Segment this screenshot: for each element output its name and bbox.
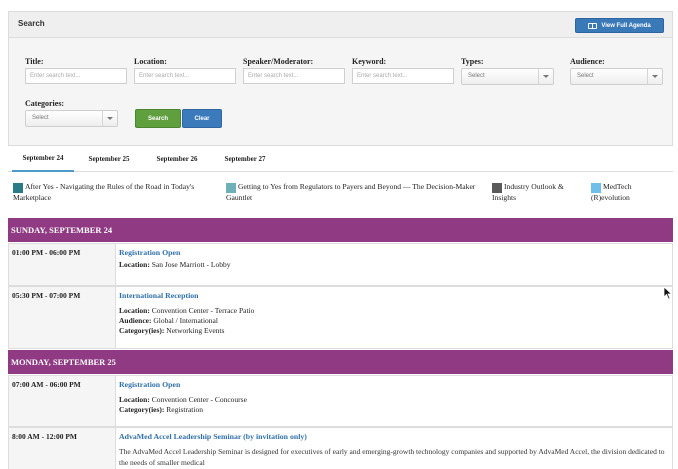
- category-value: Networking Events: [166, 326, 225, 335]
- legend-label: Getting to Yes from Regulators to Payers…: [226, 182, 476, 202]
- legend-swatch: [13, 183, 23, 193]
- tab-september-27[interactable]: September 27: [214, 146, 276, 172]
- audience-value: Global / International: [153, 316, 218, 325]
- legend-swatch: [591, 183, 601, 193]
- types-field: Types: Select: [461, 57, 554, 85]
- category-label: Category(ies):: [119, 405, 165, 414]
- category-label: Category(ies):: [119, 326, 165, 335]
- event-time: 8:00 AM - 12:00 PM: [9, 428, 116, 469]
- keyword-input[interactable]: Enter search text...: [352, 68, 454, 84]
- mouse-cursor-icon: [663, 286, 673, 300]
- title-field: Title: Enter search text...: [25, 57, 127, 84]
- types-select[interactable]: Select: [461, 68, 554, 85]
- audience-label: Audience:: [570, 57, 605, 66]
- location-label: Location:: [119, 395, 150, 404]
- location-value: Convention Center - Terrace Patio: [151, 306, 255, 315]
- event-details: Registration Open Location: San Jose Mar…: [119, 244, 669, 270]
- event-time: 07:00 AM - 06:00 PM: [9, 376, 116, 426]
- event-location: Location: Convention Center - Terrace Pa…: [119, 306, 669, 316]
- legend-label: MedTech (R)evolution: [591, 182, 632, 202]
- types-select-value: Select: [468, 73, 485, 79]
- tab-september-24[interactable]: September 24: [12, 146, 74, 172]
- date-tabs: September 24 September 25 September 26 S…: [8, 146, 673, 172]
- event-location: Location: Convention Center - Concourse: [119, 395, 669, 405]
- speaker-label: Speaker/Moderator:: [243, 57, 314, 66]
- category-value: Registration: [166, 405, 203, 414]
- event-category: Category(ies): Networking Events: [119, 326, 669, 336]
- audience-select[interactable]: Select: [570, 68, 663, 85]
- keyword-field: Keyword: Enter search text...: [352, 57, 454, 84]
- categories-field: Categories: Select: [25, 99, 118, 127]
- legend-label: Industry Outlook & Insights: [492, 182, 564, 202]
- event-row: 07:00 AM - 06:00 PM Registration Open Lo…: [8, 375, 673, 427]
- event-location: Location: San Jose Marriott - Lobby: [119, 260, 669, 270]
- search-panel: Search View Full Agenda Title: Enter sea…: [8, 11, 673, 146]
- legend-swatch: [226, 183, 236, 193]
- audience-select-value: Select: [577, 73, 594, 79]
- event-row: 8:00 AM - 12:00 PM AdvaMed Accel Leaders…: [8, 427, 673, 469]
- clear-button[interactable]: Clear: [182, 109, 222, 128]
- location-label: Location:: [134, 57, 167, 66]
- title-label: Title:: [25, 57, 44, 66]
- chevron-down-icon: [102, 111, 117, 126]
- event-title-link[interactable]: AdvaMed Accel Leadership Seminar (by inv…: [119, 432, 669, 444]
- track-legend: After Yes - Navigating the Rules of the …: [8, 172, 673, 218]
- location-label: Location:: [119, 306, 150, 315]
- event-time: 01:00 PM - 06:00 PM: [9, 244, 116, 285]
- day-header-sunday: SUNDAY, SEPTEMBER 24: [8, 218, 673, 242]
- legend-item-getting-to-yes[interactable]: Getting to Yes from Regulators to Payers…: [226, 181, 484, 203]
- keyword-label: Keyword:: [352, 57, 387, 66]
- audience-field: Audience: Select: [570, 57, 663, 85]
- event-title-link[interactable]: Registration Open: [119, 248, 669, 260]
- location-label: Location:: [119, 260, 150, 269]
- tab-september-25[interactable]: September 25: [78, 146, 140, 172]
- search-title: Search: [18, 19, 45, 28]
- categories-label: Categories:: [25, 99, 65, 108]
- legend-swatch: [492, 183, 502, 193]
- location-value: San Jose Marriott - Lobby: [151, 260, 231, 269]
- title-input[interactable]: Enter search text...: [25, 68, 127, 84]
- categories-select-value: Select: [32, 115, 49, 121]
- speaker-field: Speaker/Moderator: Enter search text...: [243, 57, 345, 84]
- book-icon: [588, 22, 598, 29]
- search-header: Search View Full Agenda: [9, 12, 672, 38]
- event-description: The AdvaMed Accel Leadership Seminar is …: [119, 447, 665, 467]
- event-row: 01:00 PM - 06:00 PM Registration Open Lo…: [8, 243, 673, 286]
- legend-item-industry-outlook[interactable]: Industry Outlook & Insights: [492, 181, 584, 203]
- agenda-page: Search View Full Agenda Title: Enter sea…: [0, 0, 678, 469]
- event-time: 05:30 PM - 07:00 PM: [9, 287, 116, 348]
- chevron-down-icon: [538, 69, 553, 84]
- day-header-monday: MONDAY, SEPTEMBER 25: [8, 350, 673, 374]
- event-details: Registration Open Location: Convention C…: [119, 376, 669, 415]
- categories-select[interactable]: Select: [25, 110, 118, 127]
- event-title-link[interactable]: International Reception: [119, 291, 669, 303]
- event-details: International Reception Location: Conven…: [119, 287, 669, 336]
- legend-item-medtech[interactable]: MedTech (R)evolution: [591, 181, 671, 203]
- view-full-agenda-button[interactable]: View Full Agenda: [575, 18, 664, 33]
- search-button[interactable]: Search: [135, 109, 181, 128]
- event-row: 05:30 PM - 07:00 PM International Recept…: [8, 286, 673, 349]
- view-full-agenda-label: View Full Agenda: [601, 22, 651, 29]
- event-category: Category(ies): Registration: [119, 405, 669, 415]
- location-value: Convention Center - Concourse: [151, 395, 247, 404]
- legend-label: After Yes - Navigating the Rules of the …: [13, 182, 195, 202]
- types-label: Types:: [461, 57, 484, 66]
- speaker-input[interactable]: Enter search text...: [243, 68, 345, 84]
- event-title-link[interactable]: Registration Open: [119, 380, 669, 392]
- location-field: Location: Enter search text...: [134, 57, 236, 84]
- tab-september-26[interactable]: September 26: [146, 146, 208, 172]
- event-details: AdvaMed Accel Leadership Seminar (by inv…: [119, 428, 669, 468]
- location-input[interactable]: Enter search text...: [134, 68, 236, 84]
- legend-item-after-yes[interactable]: After Yes - Navigating the Rules of the …: [13, 181, 218, 203]
- event-audience: Audience: Global / International: [119, 316, 669, 326]
- audience-label: Audience:: [119, 316, 152, 325]
- chevron-down-icon: [647, 69, 662, 84]
